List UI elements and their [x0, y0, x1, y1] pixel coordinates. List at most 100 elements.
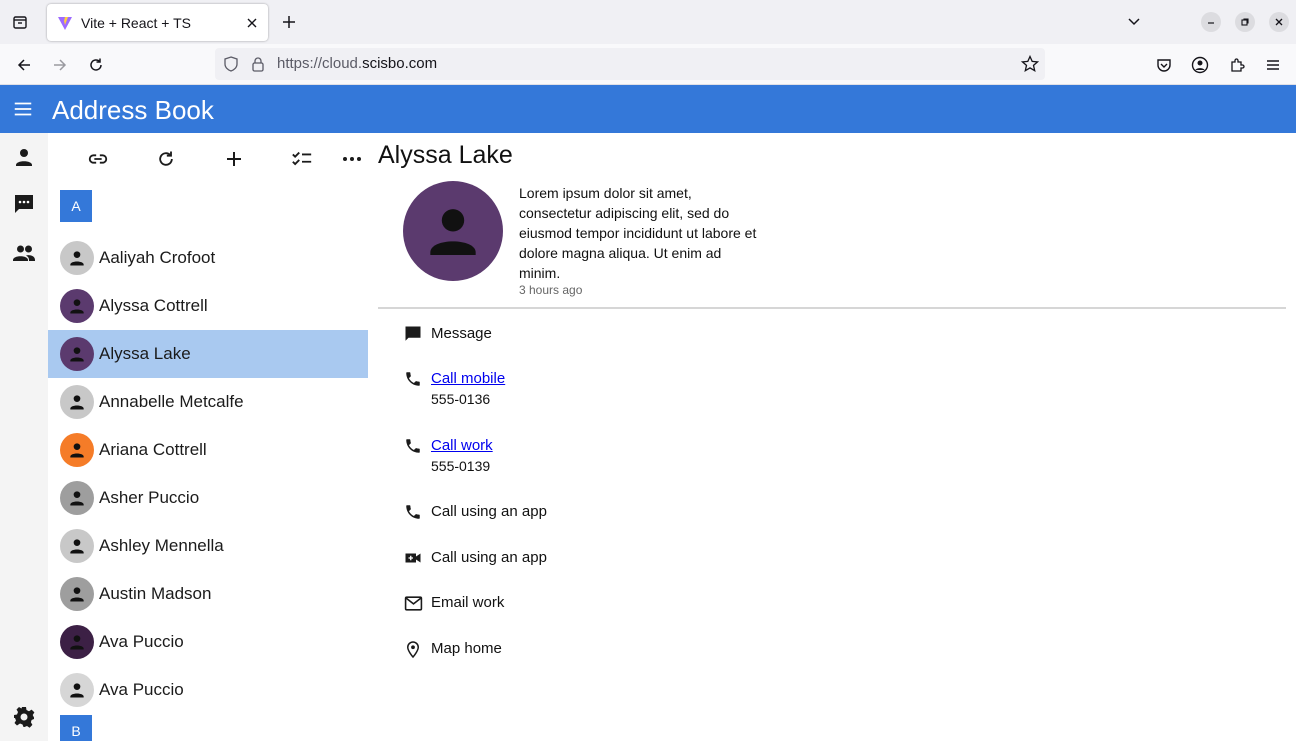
avatar — [60, 241, 94, 275]
contact-name: Ariana Cottrell — [99, 440, 207, 459]
shield-icon[interactable] — [223, 56, 239, 72]
chat-icon — [403, 324, 423, 344]
call-mobile-action: Call mobile 555-0136 — [403, 369, 505, 409]
person-icon — [70, 443, 84, 458]
map-home-label: Map home — [431, 640, 502, 657]
url-bar[interactable]: https://cloud.scisbo.com — [215, 48, 1045, 80]
mobile-number: 555-0136 — [431, 391, 491, 407]
contact-list-item[interactable]: Ashley Mennella — [48, 522, 368, 570]
section-letter-b: B — [60, 715, 92, 741]
close-tab-icon[interactable] — [242, 13, 262, 33]
contact-list-item[interactable]: Ariana Cottrell — [48, 426, 368, 474]
avatar — [60, 337, 94, 371]
url-prefix: https://cloud. — [277, 55, 363, 72]
app-bar: Address Book — [0, 85, 1296, 133]
contact-name: Ava Puccio — [99, 680, 184, 699]
divider — [378, 307, 1286, 309]
call-work-action: Call work 555-0139 — [403, 436, 493, 476]
map-home-action[interactable]: Map home — [403, 639, 502, 659]
contact-avatar-large — [403, 181, 503, 281]
avatar — [60, 433, 94, 467]
browser-tab-bar: Vite + React + TS — [0, 0, 1296, 44]
contact-detail-name: Alyssa Lake — [378, 141, 513, 169]
vite-logo-icon — [58, 16, 72, 30]
new-tab-icon[interactable] — [279, 12, 299, 32]
forward-arrow-icon[interactable] — [49, 54, 71, 76]
person-icon — [70, 683, 84, 698]
close-window-icon[interactable] — [1269, 12, 1289, 32]
avatar — [60, 529, 94, 563]
browser-tab-active[interactable]: Vite + React + TS — [47, 4, 268, 41]
more-icon[interactable] — [340, 147, 364, 171]
contact-list-item[interactable]: Austin Madson — [48, 570, 368, 618]
contact-list-item[interactable]: Asher Puccio — [48, 474, 368, 522]
contact-name: Alyssa Lake — [99, 344, 191, 363]
email-work-label: Email work — [431, 594, 505, 611]
group-icon[interactable] — [12, 241, 36, 265]
contact-name: Alyssa Cottrell — [99, 296, 208, 315]
bio-timestamp: 3 hours ago — [519, 283, 583, 297]
url-text[interactable]: https://cloud.scisbo.com — [277, 55, 437, 72]
browser-nav-bar: https://cloud.scisbo.com — [0, 44, 1296, 85]
hamburger-menu-icon[interactable] — [1262, 54, 1284, 76]
star-icon[interactable] — [1021, 55, 1039, 73]
contact-list-item[interactable]: Alyssa Cottrell — [48, 282, 368, 330]
extensions-icon[interactable] — [1226, 54, 1248, 76]
chevron-down-icon[interactable] — [1124, 12, 1144, 32]
contact-name: Ashley Mennella — [99, 536, 224, 555]
minimize-icon[interactable] — [1201, 12, 1221, 32]
lock-icon[interactable] — [250, 56, 266, 72]
video-call-label: Call using an app — [431, 549, 547, 566]
contact-list-item[interactable]: Aaliyah Crofoot — [48, 234, 368, 282]
contact-name: Ava Puccio — [99, 632, 184, 651]
video-call-action[interactable]: Call using an app — [403, 548, 547, 568]
email-work-action[interactable]: Email work — [403, 593, 504, 613]
section-letter-a: A — [60, 190, 92, 222]
contact-bio: Lorem ipsum dolor sit amet, consectetur … — [519, 185, 757, 281]
call-mobile-link[interactable]: Call mobile — [431, 370, 505, 387]
tab-list-icon[interactable] — [9, 11, 31, 33]
person-icon — [70, 299, 84, 314]
restore-icon[interactable] — [1235, 12, 1255, 32]
add-icon[interactable] — [222, 147, 246, 171]
phone-icon — [403, 436, 423, 456]
person-icon — [70, 587, 84, 602]
contact-name: Aaliyah Crofoot — [99, 248, 216, 267]
work-number: 555-0139 — [431, 458, 491, 474]
person-icon — [70, 491, 84, 506]
contact-list-item[interactable]: Ava Puccio — [48, 618, 368, 666]
person-icon — [70, 251, 84, 266]
person-icon — [70, 539, 84, 554]
person-icon[interactable] — [12, 145, 36, 169]
refresh-icon[interactable] — [154, 147, 178, 171]
gear-icon[interactable] — [12, 705, 36, 729]
pocket-icon[interactable] — [1153, 54, 1175, 76]
checklist-icon[interactable] — [290, 147, 314, 171]
link-icon[interactable] — [86, 147, 110, 171]
avatar — [60, 673, 94, 707]
contact-detail-pane: Alyssa Lake Lorem ipsum dolor sit amet, … — [368, 133, 1296, 741]
contact-name: Austin Madson — [99, 584, 212, 603]
person-icon — [430, 209, 476, 255]
avatar — [60, 385, 94, 419]
reload-icon[interactable] — [85, 54, 107, 76]
contact-list-item[interactable]: Annabelle Metcalfe — [48, 378, 368, 426]
account-icon[interactable] — [1189, 54, 1211, 76]
back-arrow-icon[interactable] — [13, 54, 35, 76]
contact-name: Asher Puccio — [99, 488, 200, 507]
avatar — [60, 625, 94, 659]
side-rail — [0, 133, 48, 741]
call-work-link[interactable]: Call work — [431, 437, 493, 454]
person-icon — [70, 395, 84, 410]
menu-icon[interactable] — [12, 98, 34, 120]
message-label: Message — [431, 325, 492, 342]
app-title: Address Book — [52, 95, 214, 125]
call-app-action[interactable]: Call using an app — [403, 502, 547, 522]
message-icon[interactable] — [12, 192, 36, 216]
message-action[interactable]: Message — [403, 324, 492, 344]
phone-icon — [403, 502, 423, 522]
contact-list-item[interactable]: Ava Puccio — [48, 666, 368, 714]
contact-list-item[interactable]: Alyssa Lake — [48, 330, 368, 378]
url-domain: scisbo.com — [362, 55, 438, 72]
avatar — [60, 289, 94, 323]
